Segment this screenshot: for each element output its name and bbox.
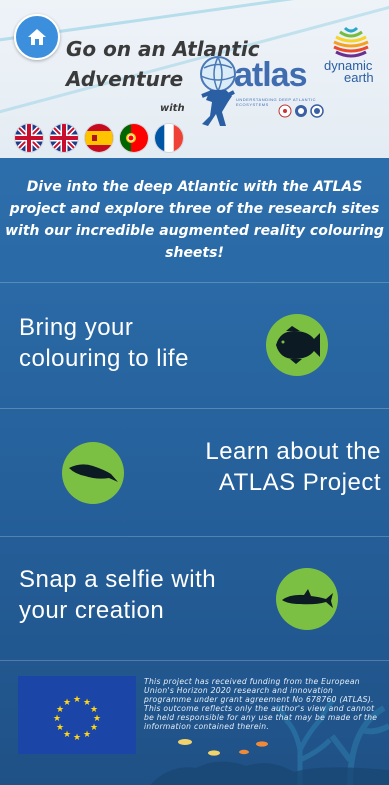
svg-text:★: ★ <box>73 733 81 743</box>
uk-flag-icon[interactable] <box>49 123 79 153</box>
svg-text:★: ★ <box>83 730 91 740</box>
atlas-logo: atlas UNDERSTANDING DEEP ATLANTIC ECOSYS… <box>196 56 326 126</box>
panel-label: Snap a selfie with your creation <box>19 564 216 626</box>
dynamic-earth-globe-icon <box>333 26 369 58</box>
colouring-button[interactable]: Bring your colouring to life <box>0 282 389 408</box>
svg-text:★: ★ <box>63 730 71 740</box>
dynamic-earth-line-2: earth <box>344 70 374 85</box>
panel-label-line-2: your creation <box>19 597 165 624</box>
panel-label: Bring your colouring to life <box>19 312 189 374</box>
portugal-flag-icon[interactable] <box>119 123 149 153</box>
atlas-wordmark: atlas <box>234 56 307 94</box>
panel-label-line-1: Learn about the <box>205 438 381 465</box>
home-button[interactable] <box>14 14 60 60</box>
intro-text: Dive into the deep Atlantic with the ATL… <box>5 179 384 261</box>
fish-icon <box>266 314 328 376</box>
shark-icon <box>276 568 338 630</box>
header: Go on an Atlantic Adventure with atlas U… <box>0 0 389 158</box>
spain-flag-icon[interactable] <box>84 123 114 153</box>
uk-flag-icon[interactable] <box>14 123 44 153</box>
panel-label-line-2: colouring to life <box>19 345 189 372</box>
svg-text:★: ★ <box>63 698 71 708</box>
ray-icon <box>62 442 124 504</box>
panel-label-line-1: Snap a selfie with <box>19 566 217 593</box>
panel-label-line-2: ATLAS Project <box>218 469 381 496</box>
eu-stars-icon: ★ ★ ★ ★ ★ ★ ★ ★ ★ ★ ★ ★ <box>53 695 101 743</box>
app-screen: Go on an Atlantic Adventure with atlas U… <box>0 0 389 785</box>
partner-badges-icon <box>278 104 324 118</box>
eu-flag: ★ ★ ★ ★ ★ ★ ★ ★ ★ ★ ★ ★ <box>18 676 136 754</box>
svg-text:★: ★ <box>53 714 61 724</box>
home-icon <box>28 29 46 45</box>
funding-disclaimer: This project has received funding from t… <box>144 677 378 731</box>
svg-text:★: ★ <box>90 723 98 733</box>
panel-label-line-1: Bring your <box>19 314 134 341</box>
dynamic-earth-wordmark: dynamic earth <box>324 59 374 85</box>
france-flag-icon[interactable] <box>154 123 184 153</box>
snap-selfie-button[interactable]: Snap a selfie with your creation <box>0 536 389 662</box>
svg-text:★: ★ <box>73 695 81 705</box>
svg-text:★: ★ <box>56 723 64 733</box>
learn-about-atlas-button[interactable]: Learn about the ATLAS Project <box>0 408 389 534</box>
panel-label: Learn about the ATLAS Project <box>205 436 381 498</box>
dynamic-earth-logo: dynamic earth <box>324 26 389 96</box>
language-selector <box>14 123 184 153</box>
reef-fish <box>178 739 268 756</box>
footer: ★ ★ ★ ★ ★ ★ ★ ★ ★ ★ ★ ★ This project has… <box>0 660 389 785</box>
with-label: with <box>160 103 185 114</box>
